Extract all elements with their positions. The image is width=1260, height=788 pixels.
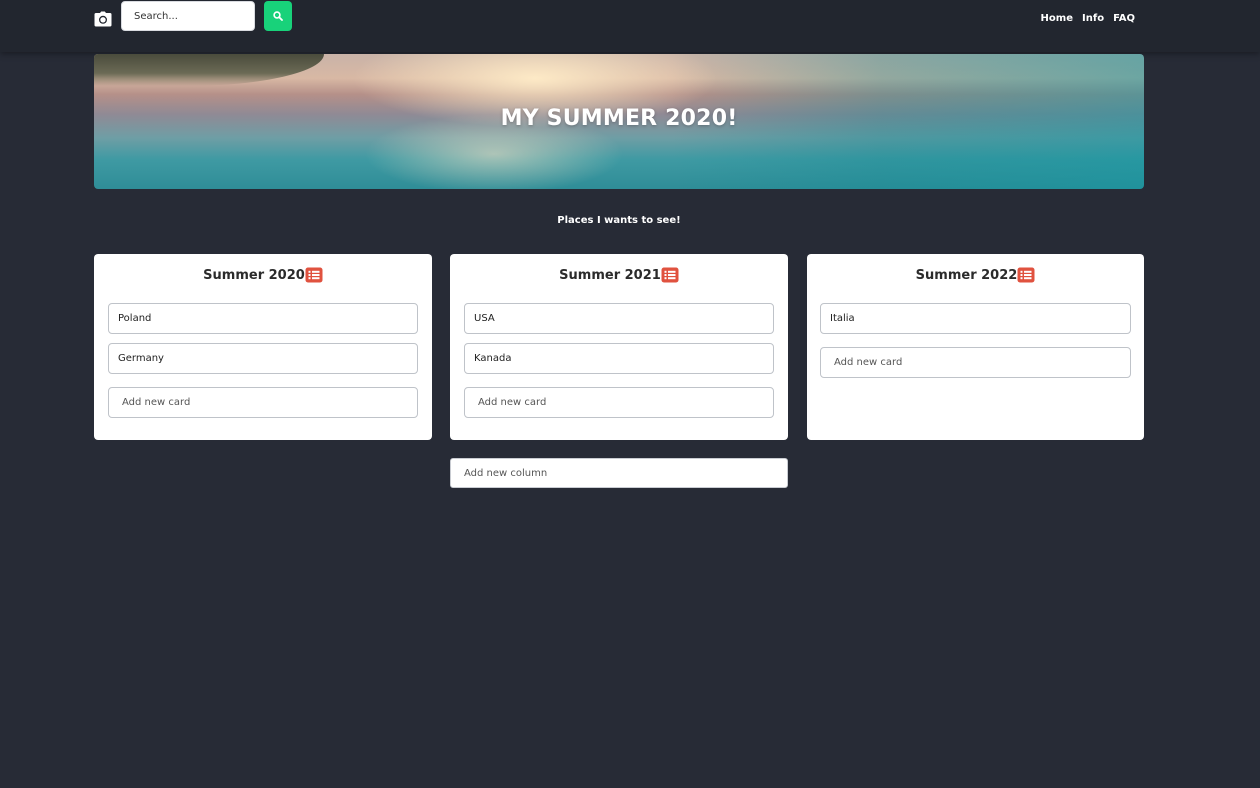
board-column: Summer 2022: [807, 254, 1144, 440]
list-icon[interactable]: [661, 267, 679, 283]
add-card-input[interactable]: [108, 387, 418, 418]
board-column: Summer 2021: [450, 254, 788, 440]
list-icon[interactable]: [305, 267, 323, 283]
nav-link-faq[interactable]: FAQ: [1113, 13, 1135, 24]
nav-links: Home Info FAQ: [1041, 13, 1135, 24]
search-input[interactable]: [121, 1, 255, 31]
add-column-input[interactable]: [450, 458, 788, 488]
search-icon: [273, 11, 283, 21]
page-subtitle: Places I wants to see!: [557, 215, 681, 226]
card-input[interactable]: [464, 343, 774, 374]
column-header: Summer 2020: [94, 267, 432, 283]
card-input[interactable]: [464, 303, 774, 334]
hero-title: MY SUMMER 2020!: [500, 106, 738, 131]
column-header: Summer 2022: [807, 267, 1144, 283]
add-card-input[interactable]: [464, 387, 774, 418]
nav-link-info[interactable]: Info: [1082, 13, 1104, 24]
board-column: Summer 2020: [94, 254, 432, 440]
hero-shoreline: [94, 54, 324, 86]
column-title: Summer 2020: [203, 267, 305, 283]
hero-banner: MY SUMMER 2020!: [94, 54, 1144, 189]
column-title: Summer 2022: [915, 267, 1018, 283]
card-input[interactable]: [108, 303, 418, 334]
navbar: Home Info FAQ: [0, 0, 1260, 52]
column-header: Summer 2021: [450, 267, 788, 283]
card-input[interactable]: [820, 303, 1131, 334]
nav-link-home[interactable]: Home: [1041, 13, 1073, 24]
search-button[interactable]: [264, 1, 292, 31]
add-card-input[interactable]: [820, 347, 1131, 378]
list-icon[interactable]: [1017, 267, 1035, 283]
camera-icon[interactable]: [94, 11, 112, 27]
card-input[interactable]: [108, 343, 418, 374]
column-title: Summer 2021: [559, 267, 661, 283]
